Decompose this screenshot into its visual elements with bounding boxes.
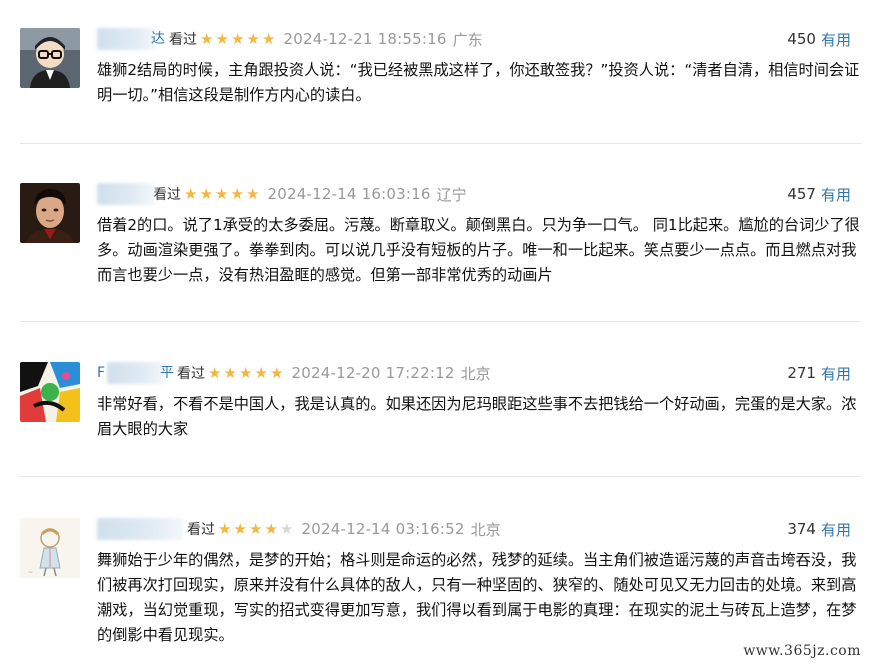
username[interactable]: 达 (97, 28, 165, 50)
star-filled-icon: ★ (254, 364, 268, 382)
star-filled-icon: ★ (218, 520, 232, 538)
review-time[interactable]: 2024-12-21 18:55:16 (284, 30, 447, 48)
vote-count: 271 (787, 364, 816, 382)
useful-button[interactable]: 有用 (821, 184, 851, 205)
vote-area: 450 有用 (787, 28, 851, 50)
star-filled-icon: ★ (208, 364, 222, 382)
star-filled-icon: ★ (184, 185, 198, 203)
star-filled-icon: ★ (233, 520, 247, 538)
vote-count: 450 (787, 30, 816, 48)
username[interactable] (97, 183, 155, 205)
review-time[interactable]: 2024-12-14 03:16:52 (302, 520, 465, 538)
star-filled-icon: ★ (264, 520, 278, 538)
vote-area: 457 有用 (787, 183, 851, 205)
review-content: 借着2的口。说了1承受的太多委屈。污蔑。断章取义。颠倒黑白。只为争一口气。 同1… (97, 216, 860, 284)
vote-count: 457 (787, 185, 816, 203)
star-filled-icon: ★ (215, 30, 229, 48)
site-watermark: www.365jz.com (739, 641, 865, 661)
review-time[interactable]: 2024-12-20 17:22:12 (292, 364, 455, 382)
useful-button[interactable]: 有用 (821, 29, 851, 50)
username[interactable] (97, 518, 187, 540)
avatar[interactable] (20, 183, 80, 243)
rating-stars: ★ ★ ★ ★ ★ (218, 520, 296, 538)
avatar[interactable] (20, 28, 80, 88)
username-visible-part: 达 (151, 31, 165, 47)
star-filled-icon: ★ (239, 364, 253, 382)
username-visible-part: 平 (160, 365, 174, 381)
watched-status: 看过 (169, 32, 197, 48)
star-filled-icon: ★ (215, 185, 229, 203)
useful-button[interactable]: 有用 (821, 363, 851, 384)
star-filled-icon: ★ (246, 30, 260, 48)
review-location: 辽宁 (436, 185, 467, 204)
review-content: 非常好看，不看不是中国人，我是认真的。如果还因为尼玛眼距这些事不去把钱给一个好动… (97, 395, 857, 438)
watched-status: 看过 (187, 522, 215, 538)
vote-area: 374 有用 (787, 518, 851, 540)
review-time[interactable]: 2024-12-14 16:03:16 (268, 185, 431, 203)
svg-text:~: ~ (28, 569, 33, 576)
useful-button[interactable]: 有用 (821, 519, 851, 540)
rating-stars: ★ ★ ★ ★ ★ (184, 185, 262, 203)
vote-area: 271 有用 (787, 362, 851, 384)
review-content: 舞狮始于少年的偶然，是梦的开始；格斗则是命运的必然，残梦的延续。当主角们被造谣污… (97, 551, 857, 644)
star-filled-icon: ★ (231, 30, 245, 48)
star-empty-icon: ★ (280, 520, 294, 538)
vote-count: 374 (787, 520, 816, 538)
star-filled-icon: ★ (223, 364, 237, 382)
rating-stars: ★ ★ ★ ★ ★ (200, 30, 278, 48)
review-location: 北京 (460, 364, 491, 383)
divider (20, 321, 862, 322)
review-location: 北京 (470, 520, 501, 539)
star-filled-icon: ★ (246, 185, 260, 203)
star-filled-icon: ★ (262, 30, 276, 48)
avatar[interactable] (20, 362, 80, 422)
star-filled-icon: ★ (200, 30, 214, 48)
review-content: 雄狮2结局的时候，主角跟投资人说：“我已经被黑成这样了，你还敢签我？”投资人说：… (97, 61, 860, 104)
star-filled-icon: ★ (199, 185, 213, 203)
watched-status: 看过 (153, 187, 181, 203)
star-filled-icon: ★ (230, 185, 244, 203)
username[interactable]: F 平 (97, 362, 174, 384)
star-filled-icon: ★ (249, 520, 263, 538)
rating-stars: ★ ★ ★ ★ ★ (208, 364, 286, 382)
divider (20, 476, 862, 477)
star-filled-icon: ★ (270, 364, 284, 382)
watched-status: 看过 (177, 366, 205, 382)
avatar[interactable]: ~ (20, 518, 80, 578)
review-location: 广东 (452, 30, 483, 49)
divider (20, 143, 862, 144)
